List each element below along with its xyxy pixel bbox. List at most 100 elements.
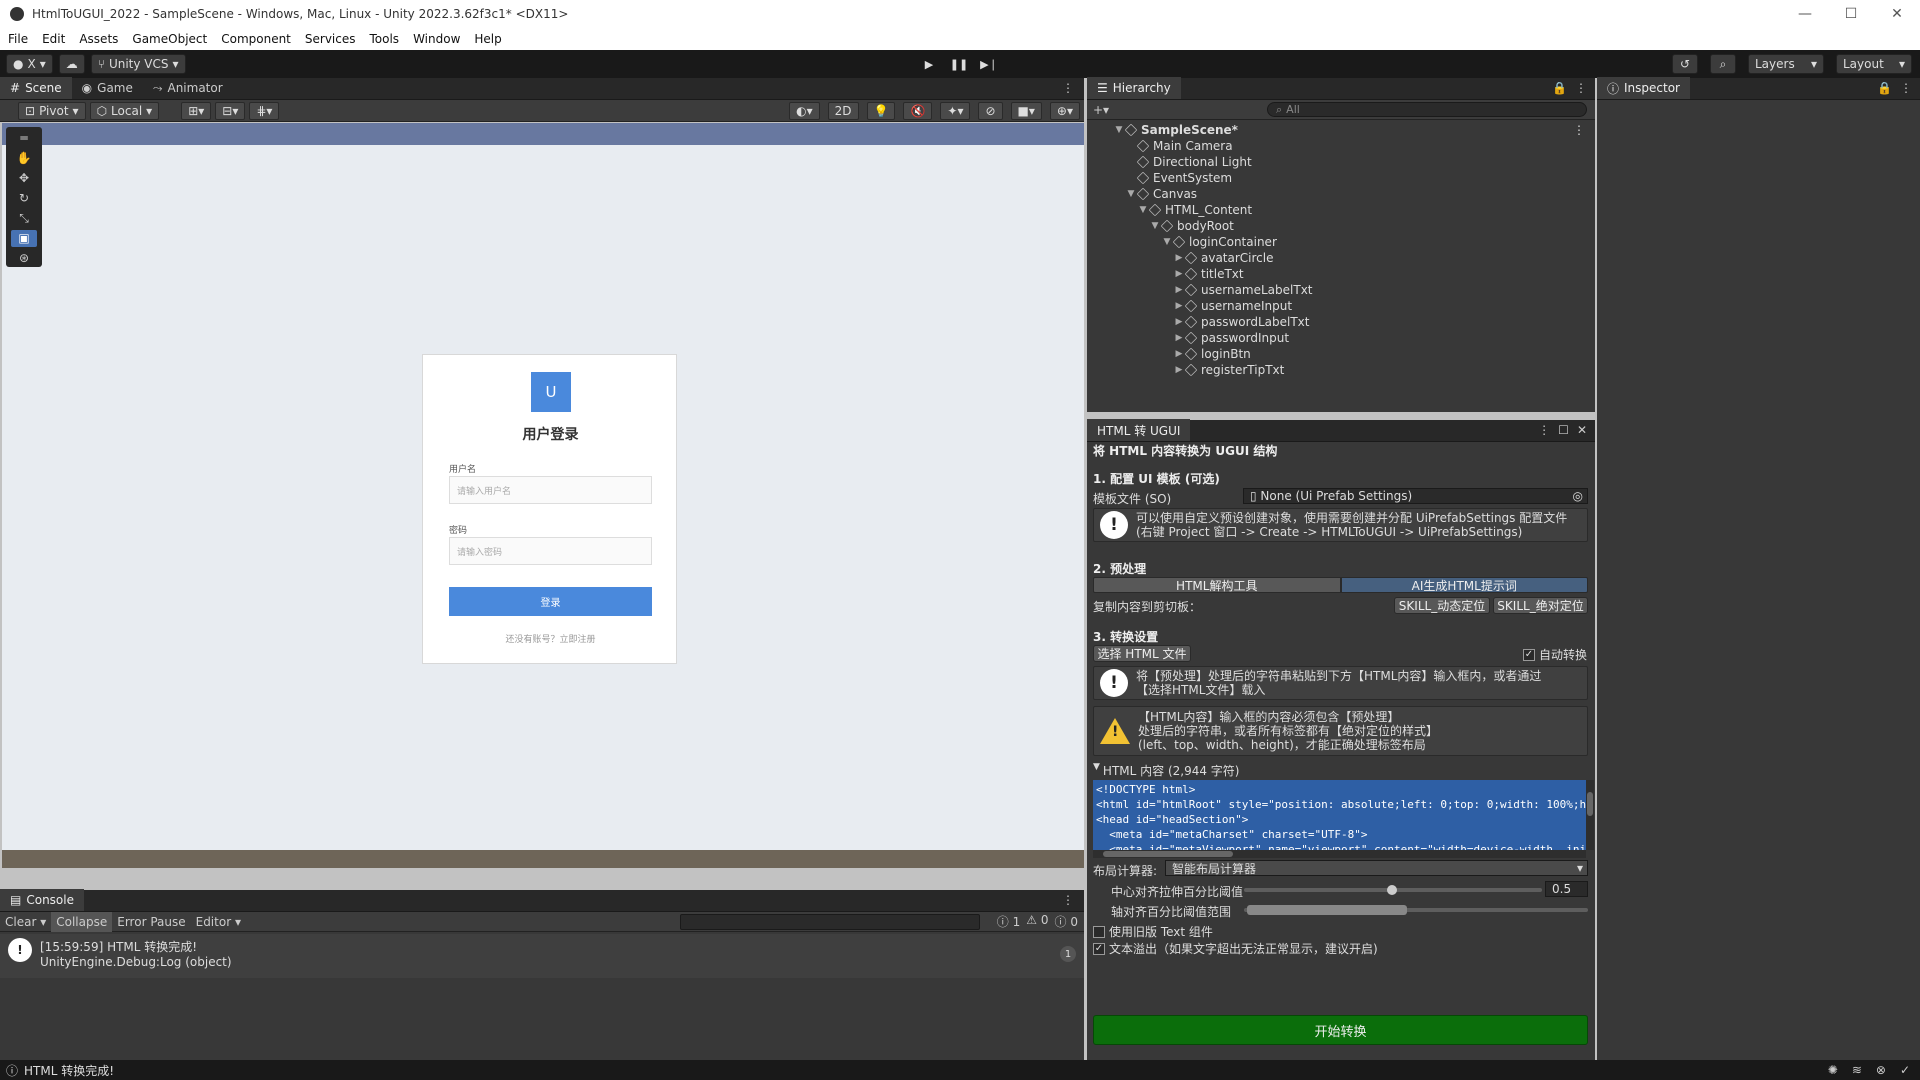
- menu-edit[interactable]: Edit: [42, 32, 65, 46]
- status-message[interactable]: HTML 转换完成!: [24, 1062, 114, 1079]
- hierarchy-item[interactable]: ▶ passwordLabelTxt: [1087, 314, 1595, 330]
- collapse-button[interactable]: Collapse: [51, 911, 113, 932]
- hierarchy-search-input[interactable]: ⌕ All: [1267, 102, 1587, 117]
- layout-calculator-dropdown[interactable]: 智能布局计算器 ▾: [1165, 860, 1588, 876]
- panel-menu-icon[interactable]: ⋮: [1900, 81, 1912, 95]
- hierarchy-item[interactable]: ▶ loginBtn: [1087, 346, 1595, 362]
- html-content-textarea[interactable]: <!DOCTYPE html> <html id="htmlRoot" style…: [1093, 780, 1586, 850]
- minimize-icon[interactable]: —: [1782, 0, 1828, 28]
- legacy-text-toggle[interactable]: 使用旧版 Text 组件: [1093, 923, 1213, 940]
- skill-absolute-button[interactable]: SKILL_绝对定位: [1493, 597, 1588, 614]
- tab-animator[interactable]: ⤳ Animator: [143, 77, 233, 99]
- foldout-arrow-icon[interactable]: ▼: [1125, 189, 1137, 199]
- local-dropdown[interactable]: ⬡ Local ▾: [89, 101, 160, 120]
- scale-tool-icon[interactable]: ⤡: [11, 210, 37, 227]
- panel-menu-icon[interactable]: ⋮: [1575, 81, 1587, 95]
- foldout-arrow-icon[interactable]: ▼: [1161, 237, 1173, 247]
- check-icon[interactable]: ✓: [1900, 1063, 1910, 1077]
- password-input[interactable]: 请输入密码: [449, 537, 652, 565]
- center-threshold-field[interactable]: 0.5: [1545, 881, 1588, 897]
- menu-gameobject[interactable]: GameObject: [132, 32, 207, 46]
- login-button[interactable]: 登录: [449, 587, 652, 616]
- hierarchy-item[interactable]: ▶ avatarCircle: [1087, 250, 1595, 266]
- debug-icon[interactable]: ✺: [1828, 1063, 1838, 1077]
- hierarchy-item[interactable]: ▼ SampleScene* ⋮: [1087, 122, 1595, 138]
- hierarchy-item[interactable]: ▼ bodyRoot: [1087, 218, 1595, 234]
- layers-dropdown[interactable]: Layers ▾: [1748, 54, 1824, 74]
- hierarchy-item[interactable]: ▶ usernameLabelTxt: [1087, 282, 1595, 298]
- layers-stack-icon[interactable]: ≋: [1852, 1063, 1862, 1077]
- transform-tool-icon[interactable]: ⊛: [11, 250, 37, 267]
- layout-dropdown[interactable]: Layout ▾: [1836, 54, 1912, 74]
- hierarchy-item[interactable]: ▶ usernameInput: [1087, 298, 1595, 314]
- pause-icon[interactable]: ❚❚: [945, 54, 973, 74]
- text-overflow-toggle[interactable]: ✓ 文本溢出（如果文字超出无法正常显示，建议开启): [1093, 940, 1378, 957]
- effects-button[interactable]: ✦▾: [940, 101, 971, 120]
- menu-component[interactable]: Component: [221, 32, 291, 46]
- template-object-field[interactable]: ▯ None (Ui Prefab Settings) ◎: [1243, 488, 1588, 504]
- code-vertical-scrollbar[interactable]: [1586, 780, 1594, 850]
- foldout-arrow-icon[interactable]: ▶: [1173, 253, 1185, 263]
- foldout-arrow-icon[interactable]: ▼: [1137, 205, 1149, 215]
- increment-snap-button[interactable]: ⋕▾: [249, 101, 280, 120]
- tab-html-parse-tool[interactable]: HTML解构工具: [1093, 577, 1341, 593]
- foldout-arrow-icon[interactable]: ▶: [1173, 333, 1185, 343]
- tab-inspector[interactable]: ⓘ Inspector: [1597, 77, 1690, 99]
- menu-window[interactable]: Window: [413, 32, 460, 46]
- play-icon[interactable]: ▶: [915, 54, 943, 74]
- tab-hierarchy[interactable]: ☰ Hierarchy: [1087, 77, 1181, 99]
- panel-menu-icon[interactable]: ⋮: [1052, 81, 1084, 99]
- network-icon[interactable]: ⊗: [1876, 1063, 1886, 1077]
- slider-knob[interactable]: [1387, 885, 1397, 895]
- register-tip[interactable]: 还没有账号？立即注册: [423, 632, 678, 645]
- lighting-button[interactable]: 💡: [866, 101, 896, 120]
- html-content-foldout[interactable]: ▼ HTML 内容 (2,944 字符): [1093, 762, 1239, 779]
- hand-tool-icon[interactable]: ✋: [11, 149, 37, 166]
- foldout-arrow-icon[interactable]: ▶: [1173, 285, 1185, 295]
- foldout-arrow-icon[interactable]: ▼: [1113, 125, 1125, 135]
- panel-menu-icon[interactable]: ⋮: [1538, 423, 1550, 437]
- choose-html-file-button[interactable]: 选择 HTML 文件: [1093, 645, 1191, 662]
- clear-button[interactable]: Clear ▾: [0, 912, 51, 932]
- info-count-toggle[interactable]: ⓘ 1: [997, 913, 1020, 930]
- hierarchy-item[interactable]: Main Camera: [1087, 138, 1595, 154]
- hierarchy-item[interactable]: ▼ Canvas: [1087, 186, 1595, 202]
- shading-mode-button[interactable]: ◐▾: [789, 101, 820, 120]
- console-search-input[interactable]: [680, 914, 980, 930]
- skill-dynamic-button[interactable]: SKILL_动态定位: [1394, 597, 1490, 614]
- menu-help[interactable]: Help: [474, 32, 501, 46]
- foldout-arrow-icon[interactable]: ▶: [1173, 349, 1185, 359]
- menu-file[interactable]: File: [8, 32, 28, 46]
- error-count-toggle[interactable]: ⓘ 0: [1055, 913, 1078, 930]
- foldout-arrow-icon[interactable]: ▶: [1173, 317, 1185, 327]
- close-icon[interactable]: ✕: [1577, 423, 1587, 437]
- lock-icon[interactable]: 🔒: [1552, 81, 1567, 95]
- scrollbar-thumb[interactable]: [1587, 792, 1593, 816]
- history-button[interactable]: ↺: [1672, 54, 1698, 74]
- grid-visibility-button[interactable]: ⊟▾: [215, 101, 246, 120]
- login-container[interactable]: U 用户登录 用户名 请输入用户名 密码 请输入密码 登录 还没有账号？立即注册: [422, 354, 677, 664]
- scene-menu-icon[interactable]: ⋮: [1573, 123, 1595, 137]
- hierarchy-item[interactable]: ▶ titleTxt: [1087, 266, 1595, 282]
- start-convert-button[interactable]: 开始转换: [1093, 1015, 1588, 1045]
- menu-assets[interactable]: Assets: [79, 32, 118, 46]
- hidden-objects-button[interactable]: ⊘: [978, 101, 1003, 120]
- grid-snap-button[interactable]: ⊞▾: [181, 101, 212, 120]
- tab-console[interactable]: ▤ Console: [0, 889, 84, 911]
- foldout-arrow-icon[interactable]: ▶: [1173, 301, 1185, 311]
- step-icon[interactable]: ▶❘: [975, 54, 1003, 74]
- range-fill[interactable]: [1247, 905, 1407, 915]
- audio-button[interactable]: 🔇: [903, 101, 933, 120]
- foldout-arrow-icon[interactable]: ▶: [1173, 365, 1185, 375]
- pivot-dropdown[interactable]: ⊡ Pivot ▾: [18, 101, 86, 120]
- error-pause-button[interactable]: Error Pause: [112, 912, 190, 932]
- scrollbar-thumb[interactable]: [1103, 851, 1233, 857]
- foldout-arrow-icon[interactable]: ▼: [1149, 221, 1161, 231]
- console-log-entry[interactable]: ! [15:59:59] HTML 转换完成! UnityEngine.Debu…: [0, 934, 1084, 978]
- cloud-button[interactable]: ☁: [58, 54, 85, 74]
- tab-game[interactable]: ◉ Game: [72, 77, 143, 99]
- hierarchy-item[interactable]: Directional Light: [1087, 154, 1595, 170]
- drag-handle-icon[interactable]: ═: [11, 129, 37, 146]
- hierarchy-item[interactable]: EventSystem: [1087, 170, 1595, 186]
- tab-ai-prompt[interactable]: AI生成HTML提示词: [1340, 577, 1588, 593]
